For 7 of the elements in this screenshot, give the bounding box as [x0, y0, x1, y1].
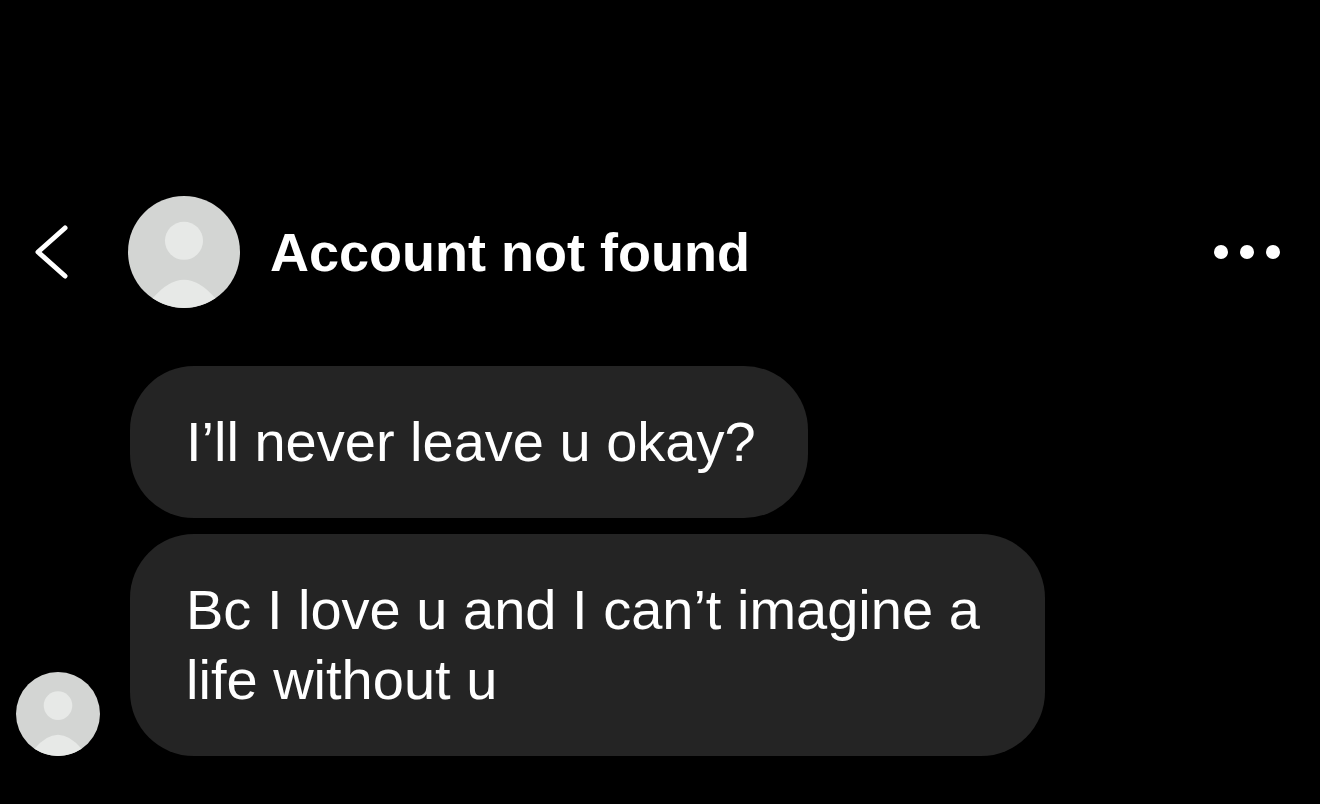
- back-icon[interactable]: [33, 225, 69, 279]
- message-bubble: Bc I love u and I can’t imagine a life without u: [130, 534, 1045, 756]
- avatar-icon: [128, 196, 240, 308]
- more-icon[interactable]: [1214, 245, 1280, 259]
- contact-name: Account not found: [270, 221, 750, 284]
- avatar-icon: [16, 672, 100, 756]
- message-bubble: I’ll never leave u okay?: [130, 366, 808, 518]
